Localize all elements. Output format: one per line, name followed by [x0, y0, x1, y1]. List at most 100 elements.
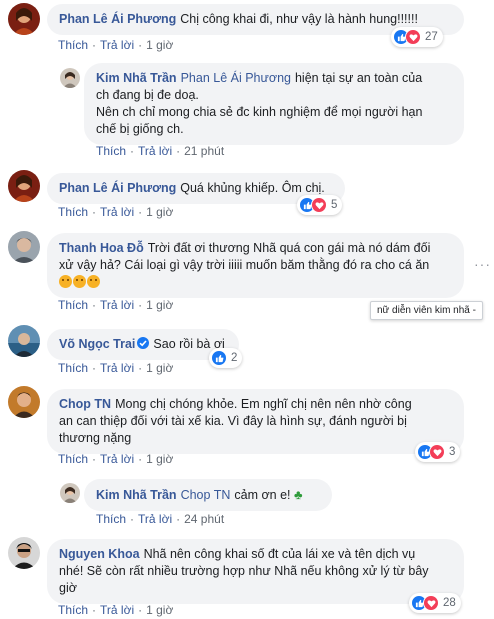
comment-text-line: giờ: [59, 581, 77, 595]
separator: ·: [176, 512, 181, 526]
separator: ·: [130, 144, 135, 158]
reaction-summary[interactable]: 3: [415, 442, 461, 462]
more-options-icon[interactable]: ···: [474, 256, 491, 272]
mention-link[interactable]: Phan Lê Ái Phương: [181, 71, 291, 85]
comment-actions: Thích · Trả lời · 21 phút: [96, 144, 224, 158]
comment-actions: Thích · Trả lời · 1 giờ: [58, 603, 173, 617]
comment-bubble: Chop TN Mong chị chóng khỏe. Em nghĩ chị …: [47, 389, 464, 454]
reply-button[interactable]: Trả lời: [100, 298, 134, 312]
comment-text-line: Nên ch chỉ mong chia sẻ đc kinh nghiệm đ…: [96, 105, 423, 119]
comment-time[interactable]: 1 giờ: [146, 205, 173, 219]
like-button[interactable]: Thích: [58, 298, 88, 312]
separator: ·: [138, 38, 143, 52]
comment-author[interactable]: Phan Lê Ái Phương: [59, 12, 176, 26]
avatar[interactable]: [8, 170, 40, 202]
reply-button[interactable]: Trả lời: [100, 452, 134, 466]
comment-time[interactable]: 24 phút: [184, 512, 224, 526]
love-icon: [405, 29, 421, 45]
reaction-summary[interactable]: 27: [391, 27, 443, 47]
comment-author[interactable]: Chop TN: [59, 397, 111, 411]
comment-actions: Thích · Trả lời · 1 giờ: [58, 205, 173, 219]
like-button[interactable]: Thích: [58, 603, 88, 617]
like-icon: [211, 350, 227, 366]
emoji-row: [59, 274, 452, 291]
reaction-count: 5: [331, 199, 338, 211]
love-icon: [429, 444, 445, 460]
separator: ·: [138, 298, 143, 312]
tooltip: nữ diễn viên kim nhã -: [370, 301, 483, 320]
love-icon: [311, 197, 327, 213]
separator: ·: [176, 144, 181, 158]
like-button[interactable]: Thích: [58, 361, 88, 375]
reaction-summary[interactable]: 2: [209, 348, 243, 368]
clover-icon: ♣: [294, 487, 303, 502]
separator: ·: [92, 603, 97, 617]
comment-time[interactable]: 21 phút: [184, 144, 224, 158]
separator: ·: [92, 298, 97, 312]
comment-text-line: nhé! Sẽ còn rất nhiều trường hợp như Nhã…: [59, 564, 429, 578]
avatar[interactable]: [8, 537, 40, 569]
comment-text: cảm ơn e!: [234, 488, 291, 502]
sad-face-icon: [73, 275, 86, 288]
comment-author[interactable]: Thanh Hoa Đỗ: [59, 241, 144, 255]
reply-button[interactable]: Trả lời: [100, 205, 134, 219]
comment-text-line: ch đang bị đe doạ.: [96, 88, 199, 102]
avatar[interactable]: [8, 386, 40, 418]
like-button[interactable]: Thích: [58, 452, 88, 466]
separator: ·: [92, 361, 97, 375]
separator: ·: [130, 512, 135, 526]
mention-link[interactable]: Chop TN: [181, 488, 231, 502]
avatar[interactable]: [8, 325, 40, 357]
comment-time[interactable]: 1 giờ: [146, 603, 173, 617]
comment-text-line: an can thiệp đối với tài xế kia. Vì đây …: [59, 414, 407, 428]
comment-text-line: xử vậy hả? Cái loại gì vậy trời iiiii mu…: [59, 258, 430, 272]
reaction-summary[interactable]: 28: [409, 593, 461, 613]
comment-actions: Thích · Trả lời · 24 phút: [96, 512, 224, 526]
like-button[interactable]: Thích: [96, 512, 126, 526]
reaction-summary[interactable]: 5: [297, 195, 343, 215]
comment-time[interactable]: 1 giờ: [146, 38, 173, 52]
separator: ·: [92, 452, 97, 466]
verified-badge-icon: [137, 337, 150, 349]
comment-actions: Thích · Trả lời · 1 giờ: [58, 452, 173, 466]
reply-button[interactable]: Trả lời: [100, 603, 134, 617]
comment-time[interactable]: 1 giờ: [146, 361, 173, 375]
comment-text: Chị công khai đi, như vậy là hành hung!!…: [180, 12, 418, 26]
comment-text-line: thương nặng: [59, 431, 132, 445]
like-button[interactable]: Thích: [96, 144, 126, 158]
avatar[interactable]: [8, 231, 40, 263]
reply-button[interactable]: Trả lời: [100, 361, 134, 375]
comment-actions: Thích · Trả lời · 1 giờ: [58, 298, 173, 312]
comment-author[interactable]: Kim Nhã Trần: [96, 71, 177, 85]
avatar[interactable]: [8, 3, 40, 35]
separator: ·: [138, 205, 143, 219]
reply-button[interactable]: Trả lời: [138, 512, 172, 526]
like-button[interactable]: Thích: [58, 205, 88, 219]
comment-time[interactable]: 1 giờ: [146, 452, 173, 466]
comment-author[interactable]: Võ Ngọc Trai: [59, 337, 135, 351]
comment-text-line: hiện tại sự an toàn của: [294, 71, 423, 85]
avatar[interactable]: [60, 68, 80, 88]
reply-button[interactable]: Trả lời: [100, 38, 134, 52]
sad-face-icon: [59, 275, 72, 288]
like-button[interactable]: Thích: [58, 38, 88, 52]
comment-bubble: Thanh Hoa Đỗ Trời đất ơi thương Nhã quá c…: [47, 233, 464, 298]
comment-bubble: Nguyen Khoa Nhã nên công khai số đt của l…: [47, 539, 464, 604]
comment-text-line: Trời đất ơi thương Nhã quá con gái mà nó…: [147, 241, 431, 255]
avatar[interactable]: [60, 483, 80, 503]
separator: ·: [92, 38, 97, 52]
comment-text-line: Nhã nên công khai số đt của lái xe và tê…: [143, 547, 416, 561]
love-icon: [423, 595, 439, 611]
reaction-count: 2: [231, 352, 238, 364]
separator: ·: [138, 452, 143, 466]
comment-text-line: chế bị giống ch.: [96, 122, 184, 136]
comment-actions: Thích · Trả lời · 1 giờ: [58, 361, 173, 375]
comment-actions: Thích · Trả lời · 1 giờ: [58, 38, 173, 52]
comment-bubble: Kim Nhã Trần Chop TN cảm ơn e! ♣: [84, 479, 332, 511]
reply-button[interactable]: Trả lời: [138, 144, 172, 158]
comment-author[interactable]: Phan Lê Ái Phương: [59, 181, 176, 195]
comment-text: Quá khủng khiếp. Ôm chị.: [180, 181, 325, 195]
comment-author[interactable]: Kim Nhã Trần: [96, 488, 177, 502]
comment-time[interactable]: 1 giờ: [146, 298, 173, 312]
comment-author[interactable]: Nguyen Khoa: [59, 547, 140, 561]
